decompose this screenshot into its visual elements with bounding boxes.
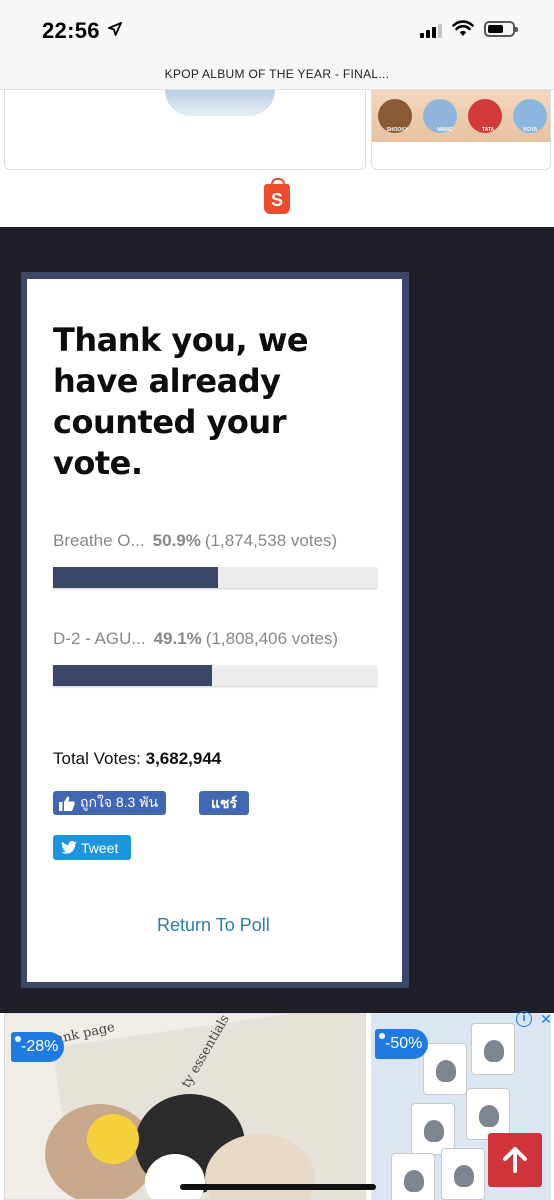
total-votes-value: 3,682,944 [145,749,222,768]
poll-option-bar-fill [53,567,218,588]
option-votes: (1,808,406 votes) [205,629,339,648]
figure-label: SHOOKY [386,127,409,133]
thumbs-up-icon [59,796,75,811]
product-image [87,1114,139,1164]
back-to-top-button[interactable] [488,1133,542,1187]
ad-choices[interactable]: i ✕ [516,1011,554,1027]
status-bar: 22:56 [0,0,554,60]
figure-label: MANG [437,127,453,133]
page-title: KPOP ALBUM OF THE YEAR - FINAL... [164,67,390,81]
facebook-share-label: แชร์ [210,795,238,811]
tweet-label: Tweet [81,839,119,856]
home-indicator [180,1184,376,1190]
product-image [471,1023,515,1075]
product-image [165,90,275,116]
poll-option-bar [53,665,377,686]
twitter-bird-icon [61,841,77,854]
shopping-bag-icon[interactable]: S [264,178,290,214]
facebook-share-button[interactable]: แชร์ [199,791,249,815]
facebook-like-label: ถูกใจ 8.3 พัน [80,794,159,810]
discount-text: -50% [385,1035,423,1052]
discount-badge: -28% [11,1032,65,1062]
wifi-icon [452,20,474,36]
option-label: D-2 - AGU... [53,629,146,648]
battery-icon [484,21,518,37]
poll-heading: Thank you, we have already counted your … [53,321,309,482]
ad-info-icon[interactable]: i [516,1011,532,1027]
shop-logo-letter: S [270,190,283,210]
product-image [391,1153,435,1200]
option-percent: 49.1% [153,629,202,648]
total-votes-label: Total Votes: [53,749,141,768]
tweet-button[interactable]: Tweet [53,835,131,860]
ad-product-card[interactable]: SHOOKY MANG TATA KOYA [371,90,551,170]
figure-label: KOYA [523,127,538,133]
return-to-poll-link[interactable]: Return To Poll [157,915,270,936]
poll-option-bar [53,567,377,588]
ad-close-icon[interactable]: ✕ [538,1011,554,1027]
product-image [372,90,550,142]
status-time: 22:56 [42,18,100,43]
option-votes: (1,874,538 votes) [204,531,338,550]
poll-option-bar-fill [53,665,213,686]
poll-option-row: D-2 - AGU... 49.1% (1,808,406 votes) [53,629,393,649]
discount-text: -28% [21,1038,59,1055]
product-image [423,1043,467,1095]
total-votes: Total Votes: 3,682,944 [53,749,221,769]
option-percent: 50.9% [152,531,201,550]
cellular-signal-icon [420,22,442,38]
discount-badge: -50% [375,1029,429,1059]
poll-option-row: Breathe O... 50.9% (1,874,538 votes) [53,531,393,551]
browser-title-bar[interactable]: KPOP ALBUM OF THE YEAR - FINAL... [0,60,554,90]
product-image [441,1148,485,1200]
facebook-like-button[interactable]: ถูกใจ 8.3 พัน [53,791,167,815]
ad-product-card[interactable]: ank page ty essentials -28% [4,1013,366,1200]
option-label: Breathe O... [53,531,145,550]
ad-product-card[interactable] [4,90,366,170]
figure-labels: SHOOKY MANG TATA KOYA [372,127,550,133]
arrow-up-icon [503,1147,527,1173]
location-arrow-icon [108,22,122,36]
figure-label: TATA [481,127,495,133]
